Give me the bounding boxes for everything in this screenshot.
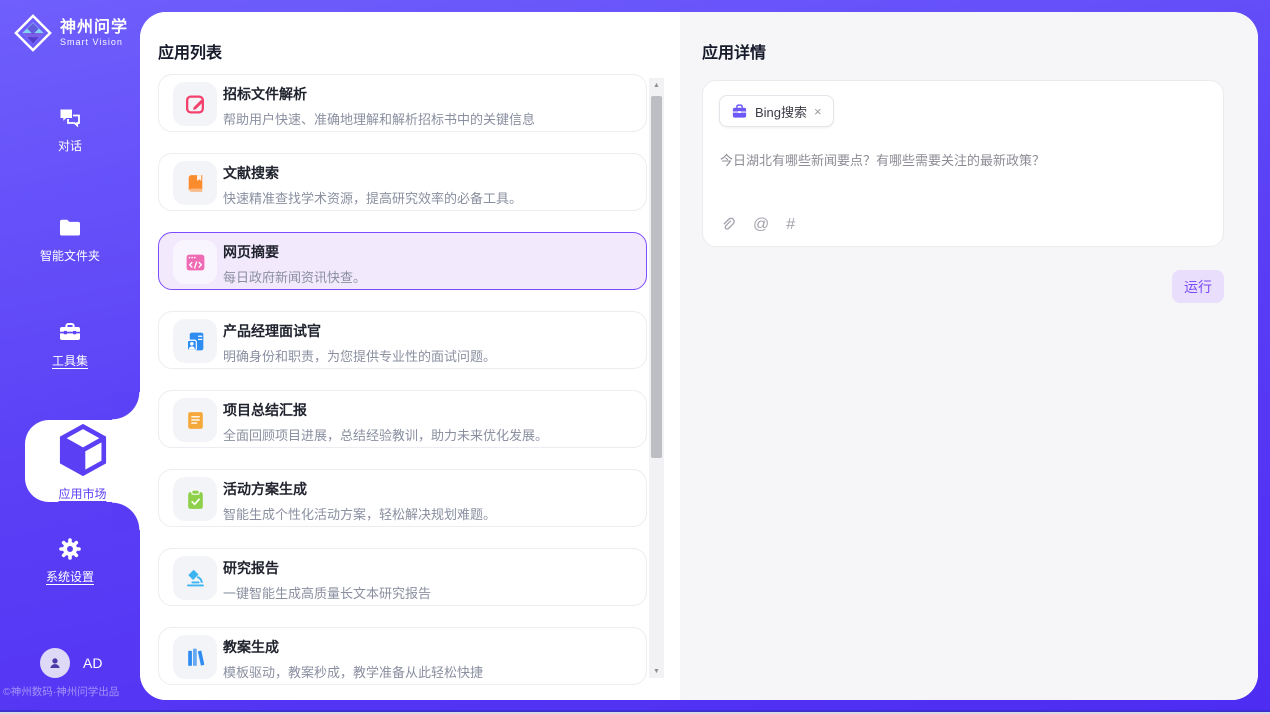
- app-card-description: 智能生成个性化活动方案，轻松解决规划难题。: [223, 504, 634, 523]
- app-detail-panel: 应用详情 Bing搜索 × 今日湖北有哪些新闻要点？有哪些需要关注的最新政策？: [680, 12, 1258, 700]
- active-tab-bottom-curve: [112, 502, 140, 530]
- sidebar-item-label: 工具集: [52, 352, 88, 369]
- app-card-description: 快速精准查找学术资源，提高研究效率的必备工具。: [223, 188, 634, 207]
- app-card[interactable]: 教案生成 模板驱动，教案秒成，教学准备从此轻松快捷: [158, 627, 647, 685]
- folder-icon: [57, 215, 83, 241]
- sidebar-item-label: 智能文件夹: [40, 247, 100, 264]
- scrollbar-down-arrow[interactable]: ▼: [649, 664, 664, 678]
- user-account[interactable]: AD: [40, 648, 102, 678]
- sidebar-item-settings[interactable]: 系统设置: [0, 536, 140, 585]
- app-list-panel: 应用列表 招标文件解析 帮助用户快速、准确地理解和解析招标书中的关键信息 文献搜…: [140, 12, 680, 700]
- hash-icon[interactable]: #: [786, 217, 795, 233]
- person-avatar-icon: [46, 654, 64, 672]
- app-card-list: 招标文件解析 帮助用户快速、准确地理解和解析招标书中的关键信息 文献搜索 快速精…: [158, 74, 647, 690]
- briefcase-icon: [731, 103, 748, 120]
- sidebar-item-chat[interactable]: 对话: [0, 105, 140, 154]
- app-card-description: 模板驱动，教案秒成，教学准备从此轻松快捷: [223, 662, 634, 681]
- gear-icon: [57, 536, 83, 562]
- app-list-title: 应用列表: [158, 39, 222, 63]
- app-card[interactable]: 活动方案生成 智能生成个性化活动方案，轻松解决规划难题。: [158, 469, 647, 527]
- books-icon: [173, 635, 217, 679]
- report-note-icon: [173, 398, 217, 442]
- app-logo: 神州问学 Smart Vision: [14, 14, 128, 52]
- document-edit-icon: [173, 82, 217, 126]
- app-card-description: 明确身份和职责，为您提供专业性的面试问题。: [223, 346, 634, 365]
- sidebar: 神州问学 Smart Vision 对话 智能文件夹: [0, 0, 140, 714]
- sidebar-item-smart-folder[interactable]: 智能文件夹: [0, 215, 140, 264]
- prompt-card[interactable]: Bing搜索 × 今日湖北有哪些新闻要点？有哪些需要关注的最新政策？ @ #: [702, 80, 1224, 247]
- clipboard-check-icon: [173, 477, 217, 521]
- avatar: [40, 648, 70, 678]
- scrollbar-up-arrow[interactable]: ▲: [649, 78, 664, 92]
- book-icon: [173, 161, 217, 205]
- tag-close-icon[interactable]: ×: [814, 105, 822, 118]
- sidebar-item-label: 系统设置: [46, 568, 94, 585]
- sidebar-item-label: 对话: [58, 137, 82, 154]
- app-card-title: 产品经理面试官: [223, 321, 634, 341]
- run-button[interactable]: 运行: [1172, 270, 1224, 303]
- copyright-text: ©神州数码·神州问学出品: [3, 684, 140, 699]
- app-card-title: 项目总结汇报: [223, 400, 634, 420]
- tool-tag-label: Bing搜索: [755, 102, 807, 121]
- app-card-description: 全面回顾项目进展，总结经验教训，助力未来优化发展。: [223, 425, 634, 444]
- app-card-title: 活动方案生成: [223, 479, 634, 499]
- interviewer-icon: [173, 319, 217, 363]
- app-card-description: 帮助用户快速、准确地理解和解析招标书中的关键信息: [223, 109, 634, 128]
- attachment-toolbar: @ #: [720, 217, 795, 233]
- app-card[interactable]: 产品经理面试官 明确身份和职责，为您提供专业性的面试问题。: [158, 311, 647, 369]
- browser-icon: [173, 240, 217, 284]
- app-card-title: 文献搜索: [223, 163, 634, 183]
- main-content: 应用列表 招标文件解析 帮助用户快速、准确地理解和解析招标书中的关键信息 文献搜…: [140, 12, 1258, 700]
- user-name: AD: [83, 655, 102, 671]
- app-card[interactable]: 招标文件解析 帮助用户快速、准确地理解和解析招标书中的关键信息: [158, 74, 647, 132]
- app-card[interactable]: 文献搜索 快速精准查找学术资源，提高研究效率的必备工具。: [158, 153, 647, 211]
- app-card-title: 网页摘要: [223, 242, 634, 262]
- app-card-description: 一键智能生成高质量长文本研究报告: [223, 583, 634, 602]
- scrollbar[interactable]: ▲ ▼: [649, 78, 664, 678]
- logo-title: 神州问学: [60, 19, 128, 37]
- sidebar-item-toolset[interactable]: 工具集: [0, 320, 140, 369]
- tool-tag-bing-search[interactable]: Bing搜索 ×: [719, 95, 834, 127]
- app-detail-title: 应用详情: [702, 39, 766, 63]
- logo-subtitle: Smart Vision: [60, 37, 128, 47]
- active-tab-top-curve: [112, 392, 140, 420]
- microscope-icon: [173, 556, 217, 600]
- app-card-description: 每日政府新闻资讯快查。: [223, 267, 634, 286]
- app-card-title: 研究报告: [223, 558, 634, 578]
- app-window: 神州问学 Smart Vision 对话 智能文件夹: [0, 0, 1270, 714]
- scrollbar-thumb[interactable]: [651, 96, 662, 458]
- diamond-logo-icon: [14, 14, 52, 52]
- app-card[interactable]: 研究报告 一键智能生成高质量长文本研究报告: [158, 548, 647, 606]
- cube-icon: [53, 420, 113, 480]
- toolbox-icon: [57, 320, 83, 346]
- app-card[interactable]: 网页摘要 每日政府新闻资讯快查。: [158, 232, 647, 290]
- sidebar-item-app-market[interactable]: 应用市场: [25, 420, 140, 502]
- paperclip-icon[interactable]: [720, 217, 736, 233]
- sidebar-item-label: 应用市场: [58, 485, 106, 502]
- prompt-text[interactable]: 今日湖北有哪些新闻要点？有哪些需要关注的最新政策？: [720, 151, 1203, 170]
- chat-icon: [57, 105, 83, 131]
- at-icon[interactable]: @: [753, 217, 769, 233]
- app-card-title: 招标文件解析: [223, 84, 634, 104]
- app-card[interactable]: 项目总结汇报 全面回顾项目进展，总结经验教训，助力未来优化发展。: [158, 390, 647, 448]
- app-card-title: 教案生成: [223, 637, 634, 657]
